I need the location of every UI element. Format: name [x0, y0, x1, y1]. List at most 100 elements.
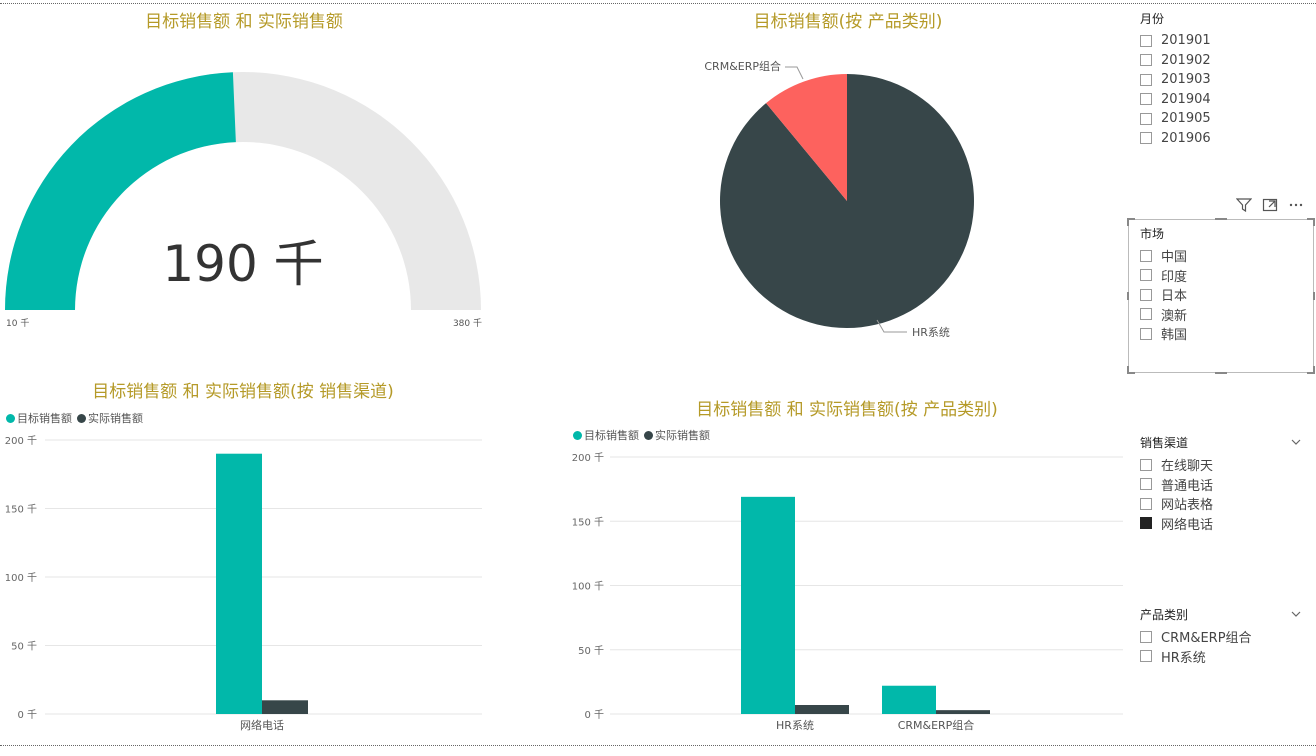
channel-slicer-item[interactable]: 普通电话 — [1140, 475, 1305, 495]
bar1-legend-target[interactable]: 目标销售额 — [6, 410, 72, 426]
chevron-down-icon[interactable] — [1291, 609, 1301, 620]
gauge-min-label: 10 千 — [6, 318, 29, 329]
focus-mode-icon[interactable] — [1262, 198, 1278, 216]
pie-label-hr: HR系统 — [912, 326, 950, 339]
legend-dot-icon — [6, 413, 15, 423]
checkbox-icon[interactable] — [1140, 458, 1152, 471]
bar2-legend-target[interactable]: 目标销售额 — [573, 427, 639, 443]
legend-dot-icon — [644, 430, 653, 440]
legend-dot-icon — [573, 430, 582, 440]
channel-slicer-item[interactable]: 在线聊天 — [1140, 455, 1305, 475]
channel-slicer-item[interactable]: 网站表格 — [1140, 494, 1305, 514]
checkbox-icon[interactable] — [1140, 327, 1152, 340]
market-slicer-title: 市场 — [1140, 227, 1165, 241]
resize-handle[interactable] — [1313, 292, 1315, 300]
market-slicer-item[interactable]: 中国 — [1140, 246, 1305, 266]
gauge-value-label: 190 千 — [162, 235, 323, 293]
resize-handle[interactable] — [1127, 292, 1129, 300]
y-tick-label: 50 千 — [11, 641, 37, 653]
filter-icon[interactable] — [1235, 198, 1253, 216]
market-slicer-item[interactable]: 印度 — [1140, 266, 1305, 286]
bar-target-1[interactable] — [882, 685, 936, 714]
checkbox-icon[interactable] — [1140, 54, 1152, 67]
slicer-item-label: HR系统 — [1161, 650, 1206, 666]
month-slicer-item[interactable]: 201902 — [1140, 51, 1310, 71]
month-slicer-item[interactable]: 201903 — [1140, 70, 1310, 90]
pie-title: 目标销售额(按 产品类别) — [753, 12, 943, 32]
resize-handle[interactable] — [1313, 218, 1315, 226]
bar1-chart[interactable]: 0 千 50 千 100 千 150 千 200 千网络电话 — [0, 425, 490, 740]
slicer-item-label: 201906 — [1161, 130, 1211, 146]
channel-slicer-title: 销售渠道 — [1140, 434, 1305, 451]
y-tick-label: 200 千 — [572, 452, 604, 464]
checkbox-icon[interactable] — [1140, 630, 1152, 643]
y-tick-label: 200 千 — [5, 435, 37, 447]
resize-handle[interactable] — [1127, 366, 1129, 374]
y-tick-label: 0 千 — [584, 709, 604, 721]
bar2-chart[interactable]: 0 千 50 千 100 千 150 千 200 千 HR系统 CRM&ERP组合 — [560, 443, 1130, 740]
bar2-legend-actual[interactable]: 实际销售额 — [644, 427, 710, 443]
market-slicer-item[interactable]: 日本 — [1140, 285, 1305, 305]
slicer-item-label: 印度 — [1161, 269, 1188, 285]
resize-handle[interactable] — [1313, 366, 1315, 374]
page-border-bottom — [0, 745, 1316, 746]
checkbox-icon[interactable] — [1140, 650, 1152, 663]
checkbox-icon[interactable] — [1140, 112, 1152, 125]
slicer-item-label: 201902 — [1161, 52, 1211, 68]
checkbox-icon[interactable] — [1140, 497, 1152, 510]
slicer-item-label: 中国 — [1161, 250, 1188, 266]
month-slicer-item[interactable]: 201906 — [1140, 129, 1310, 149]
bar-actual-0[interactable] — [795, 705, 849, 714]
checkbox-checked-icon[interactable] — [1140, 517, 1152, 530]
resize-handle[interactable] — [1215, 218, 1227, 220]
checkbox-icon[interactable] — [1140, 34, 1152, 47]
category-slicer-item[interactable]: HR系统 — [1140, 647, 1305, 667]
checkbox-icon[interactable] — [1140, 93, 1152, 106]
bar2-title: 目标销售额 和 实际销售额(按 产品类别) — [696, 400, 998, 420]
checkbox-icon[interactable] — [1140, 132, 1152, 145]
bar-target-0[interactable] — [741, 496, 795, 714]
y-tick-label: 50 千 — [578, 645, 604, 657]
month-slicer: 月份 201901 201902 201903 201904 201905 201906 — [1140, 10, 1310, 148]
bar1-title: 目标销售额 和 实际销售额(按 销售渠道) — [92, 382, 394, 402]
gauge-chart[interactable]: 190 千 10 千 380 千 — [0, 40, 490, 340]
month-slicer-item[interactable]: 201905 — [1140, 109, 1310, 129]
x-category-label: HR系统 — [776, 719, 814, 732]
bar1-legend-actual[interactable]: 实际销售额 — [77, 410, 143, 426]
slicer-item-label: 201905 — [1161, 111, 1211, 127]
bar-actual-0[interactable] — [262, 700, 308, 714]
slicer-item-label: 韩国 — [1161, 328, 1188, 344]
more-options-icon[interactable] — [1288, 198, 1304, 216]
x-category-label: 网络电话 — [240, 718, 284, 732]
channel-slicer: 销售渠道 在线聊天普通电话 网站表格 网络电话 — [1140, 434, 1305, 533]
pie-chart[interactable]: CRM&ERP组合 HR系统 — [690, 40, 1010, 360]
resize-handle[interactable] — [1127, 218, 1129, 226]
y-tick-label: 150 千 — [572, 516, 604, 528]
bar-target-0[interactable] — [216, 453, 262, 714]
checkbox-icon[interactable] — [1140, 73, 1152, 86]
y-tick-label: 150 千 — [5, 504, 37, 516]
slicer-item-label: 201903 — [1161, 72, 1211, 88]
checkbox-icon[interactable] — [1140, 308, 1152, 321]
bar-actual-1[interactable] — [936, 710, 990, 714]
report-page: 目标销售额 和 实际销售额 190 千 10 千 380 千 目标销售额(按 产… — [0, 0, 1316, 756]
category-slicer: 产品类别 CRM&ERP组合 HR系统 — [1140, 606, 1305, 666]
slicer-item-label: 澳新 — [1161, 308, 1188, 324]
market-slicer-item[interactable]: 韩国 — [1140, 324, 1305, 344]
checkbox-icon[interactable] — [1140, 478, 1152, 491]
y-tick-label: 100 千 — [572, 581, 604, 593]
category-slicer-title: 产品类别 — [1140, 606, 1305, 623]
slicer-item-label: 201901 — [1161, 33, 1211, 49]
month-slicer-item[interactable]: 201904 — [1140, 90, 1310, 110]
x-category-label: CRM&ERP组合 — [898, 718, 975, 732]
slicer-item-label: 普通电话 — [1161, 478, 1214, 494]
channel-slicer-item[interactable]: 网络电话 — [1140, 514, 1305, 534]
market-slicer-item[interactable]: 澳新 — [1140, 305, 1305, 325]
category-slicer-item[interactable]: CRM&ERP组合 — [1140, 627, 1305, 647]
checkbox-icon[interactable] — [1140, 288, 1152, 301]
checkbox-icon[interactable] — [1140, 269, 1152, 282]
checkbox-icon[interactable] — [1140, 249, 1152, 262]
chevron-down-icon[interactable] — [1291, 437, 1301, 448]
month-slicer-item[interactable]: 201901 — [1140, 31, 1310, 51]
resize-handle[interactable] — [1215, 372, 1227, 374]
